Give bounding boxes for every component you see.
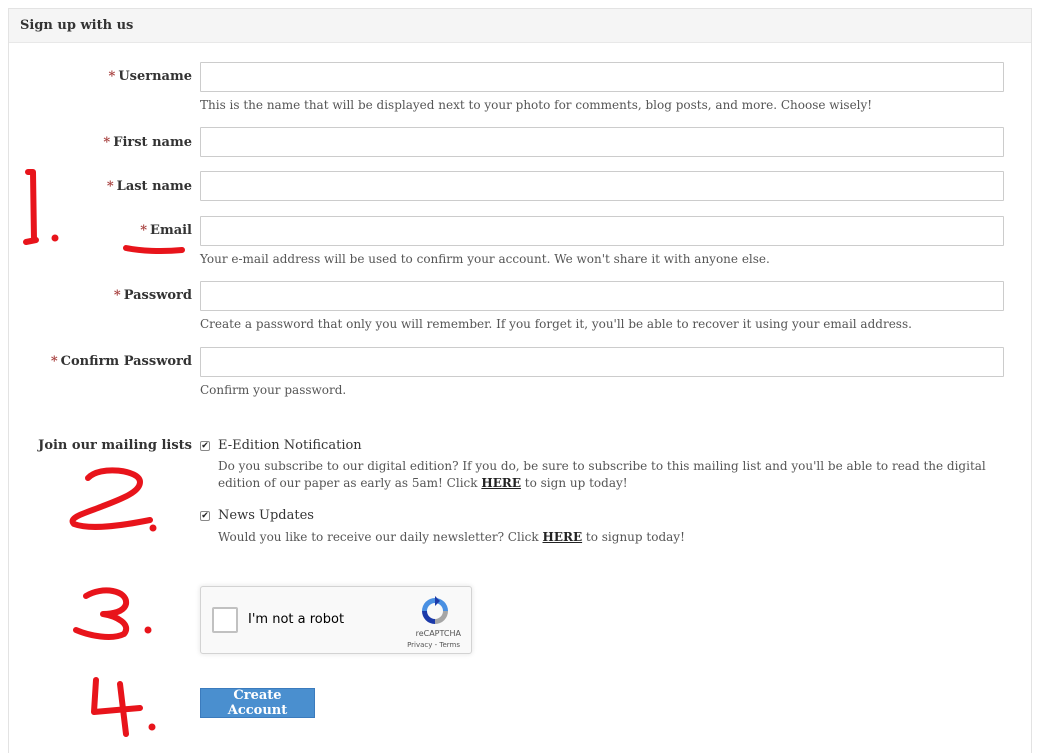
required-marker: * xyxy=(50,354,58,369)
email-help: Your e-mail address will be used to conf… xyxy=(200,252,770,266)
recaptcha-checkbox[interactable] xyxy=(212,607,238,633)
first-name-label: * First name xyxy=(103,135,192,150)
recaptcha-widget: I'm not a robot reCAPTCHA Privacy - Term… xyxy=(200,586,472,654)
required-marker: * xyxy=(108,69,116,84)
news-updates-here-link[interactable]: HERE xyxy=(542,530,582,544)
username-label: * Username xyxy=(108,69,193,84)
recaptcha-logo-icon xyxy=(422,596,448,624)
recaptcha-privacy-terms[interactable]: Privacy - Terms xyxy=(407,641,460,649)
signup-panel: Sign up with us xyxy=(8,8,1032,753)
e-edition-checkbox[interactable]: ✔ xyxy=(200,441,210,451)
recaptcha-brand: reCAPTCHA xyxy=(415,629,461,638)
email-label: * Email xyxy=(140,223,192,238)
confirm-password-help: Confirm your password. xyxy=(200,383,347,397)
news-updates-checkbox[interactable]: ✔ xyxy=(200,511,210,521)
required-marker: * xyxy=(113,288,121,303)
e-edition-here-link[interactable]: HERE xyxy=(481,476,521,490)
news-updates-label: News Updates xyxy=(218,508,314,523)
username-help: This is the name that will be displayed … xyxy=(200,98,873,112)
panel-title: Sign up with us xyxy=(9,9,1031,43)
required-marker: * xyxy=(103,135,111,150)
required-marker: * xyxy=(140,223,148,238)
news-updates-help: Would you like to receive our daily news… xyxy=(218,530,685,544)
first-name-input[interactable] xyxy=(200,127,1004,157)
password-help: Create a password that only you will rem… xyxy=(200,317,912,331)
last-name-input[interactable] xyxy=(200,171,1004,201)
username-input[interactable] xyxy=(200,62,1004,92)
recaptcha-text: I'm not a robot xyxy=(248,612,345,627)
password-label: * Password xyxy=(113,288,192,303)
mailing-lists-label: Join our mailing lists xyxy=(38,438,192,453)
confirm-password-input[interactable] xyxy=(200,347,1004,377)
email-input[interactable] xyxy=(200,216,1004,246)
password-input[interactable] xyxy=(200,281,1004,311)
create-account-button[interactable]: Create Account xyxy=(200,688,315,718)
confirm-password-label: * Confirm Password xyxy=(50,354,192,369)
last-name-label: * Last name xyxy=(106,179,192,194)
e-edition-help: Do you subscribe to our digital edition?… xyxy=(218,459,986,490)
e-edition-label: E-Edition Notification xyxy=(218,438,362,453)
required-marker: * xyxy=(106,179,114,194)
